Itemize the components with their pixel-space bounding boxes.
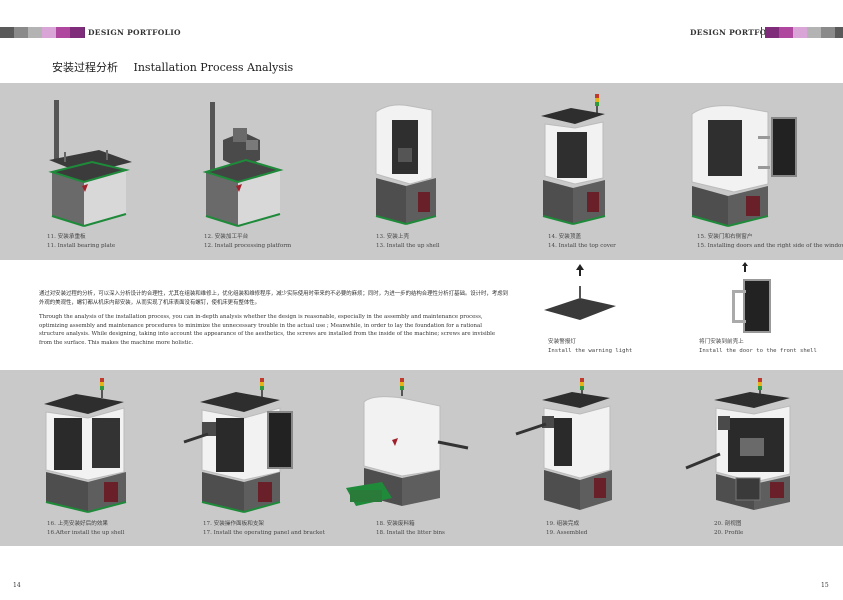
page-title-en: Installation Process Analysis [133, 61, 294, 74]
render-step-15 [691, 105, 797, 227]
caption-step-11-cn: 11. 安装承重板 [47, 234, 86, 240]
caption-step-12-cn: 12. 安装加工平台 [204, 234, 249, 240]
caption-step-14-en: 14. Install the top cover [548, 242, 616, 249]
caption-step-14: 14. 安装顶盖 14. Install the top cover [548, 233, 616, 250]
render-step-17 [183, 378, 293, 513]
caption-step-15-en: 15. Installing doors and the right side … [697, 242, 843, 249]
caption-warning-light-en: Install the warning light [548, 347, 633, 354]
render-step-14 [541, 94, 606, 225]
header-color-strip-right [765, 27, 843, 38]
caption-step-20-en: 20. Profile [714, 529, 744, 536]
page-number-right: 15 [821, 582, 829, 589]
caption-step-15: 15. 安装门和右侧窗户 15. Installing doors and th… [697, 233, 843, 250]
caption-step-18-cn: 18. 安装废料箱 [376, 521, 415, 527]
caption-step-11-en: 11. Install bearing plate [47, 242, 116, 249]
caption-door-cn: 将门安装到前壳上 [699, 339, 744, 345]
analysis-text-cn: 通过对安装过程的分析，可以深入分析设计的合理性，尤其在组装和维修上，优化组装和维… [39, 291, 508, 306]
caption-step-17: 17. 安装操作面板和支架 17. Install the operating … [203, 520, 325, 537]
caption-step-13: 13. 安装上壳 13. Install the up shell [376, 233, 440, 250]
caption-step-18-en: 18. Install the litter bins [376, 529, 445, 536]
caption-step-20: 20. 剖视图 20. Profile [714, 520, 743, 537]
caption-step-12-en: 12. Install processing platform [204, 242, 292, 249]
caption-step-14-cn: 14. 安装顶盖 [548, 234, 582, 240]
page-title: 安装过程分析 Installation Process Analysis [52, 59, 293, 75]
caption-step-11: 11. 安装承重板 11. Install bearing plate [47, 233, 115, 250]
caption-door: 将门安装到前壳上 Install the door to the front s… [699, 338, 817, 355]
caption-warning-light: 安装警报灯 Install the warning light [548, 338, 632, 355]
caption-step-19-en: 19. Assembled [546, 529, 588, 536]
render-step-18 [346, 378, 469, 506]
caption-step-17-en: 17. Install the operating panel and brac… [203, 529, 325, 536]
caption-step-16-en: 16.After install the up shell [47, 529, 125, 536]
caption-warning-light-cn: 安装警报灯 [548, 339, 576, 345]
caption-step-20-cn: 20. 剖视图 [714, 521, 742, 527]
render-step-20 [685, 378, 791, 510]
caption-step-16: 16. 上壳安装好后的效果 16.After install the up sh… [47, 520, 124, 537]
caption-step-19-cn: 19. 组装完成 [546, 521, 580, 527]
render-step-13 [375, 104, 437, 225]
caption-step-17-cn: 17. 安装操作面板和支架 [203, 521, 265, 527]
caption-step-19: 19. 组装完成 19. Assembled [546, 520, 587, 537]
page-number-left: 14 [13, 582, 21, 589]
page-title-cn: 安装过程分析 [52, 61, 118, 74]
render-step-16 [44, 378, 127, 513]
detail-door-render [732, 262, 771, 333]
analysis-text-en: Through the analysis of the installation… [39, 314, 496, 347]
caption-step-18: 18. 安装废料箱 18. Install the litter bins [376, 520, 445, 537]
header-color-strip-left [0, 27, 84, 38]
caption-door-en: Install the door to the front shell [699, 347, 817, 354]
header-separator-left [84, 27, 85, 38]
caption-step-15-cn: 15. 安装门和右侧窗户 [697, 234, 753, 240]
header-separator-right [761, 27, 762, 38]
caption-step-13-en: 13. Install the up shell [376, 242, 440, 249]
render-step-19 [515, 378, 612, 510]
render-step-11 [48, 100, 132, 227]
caption-step-13-cn: 13. 安装上壳 [376, 234, 410, 240]
header-label-left: DESIGN PORTFOLIO [88, 28, 181, 37]
detail-warning-light-render [544, 264, 616, 320]
caption-step-16-cn: 16. 上壳安装好后的效果 [47, 521, 109, 527]
caption-step-12: 12. 安装加工平台 12. Install processing platfo… [204, 233, 291, 250]
render-step-12 [202, 102, 284, 227]
